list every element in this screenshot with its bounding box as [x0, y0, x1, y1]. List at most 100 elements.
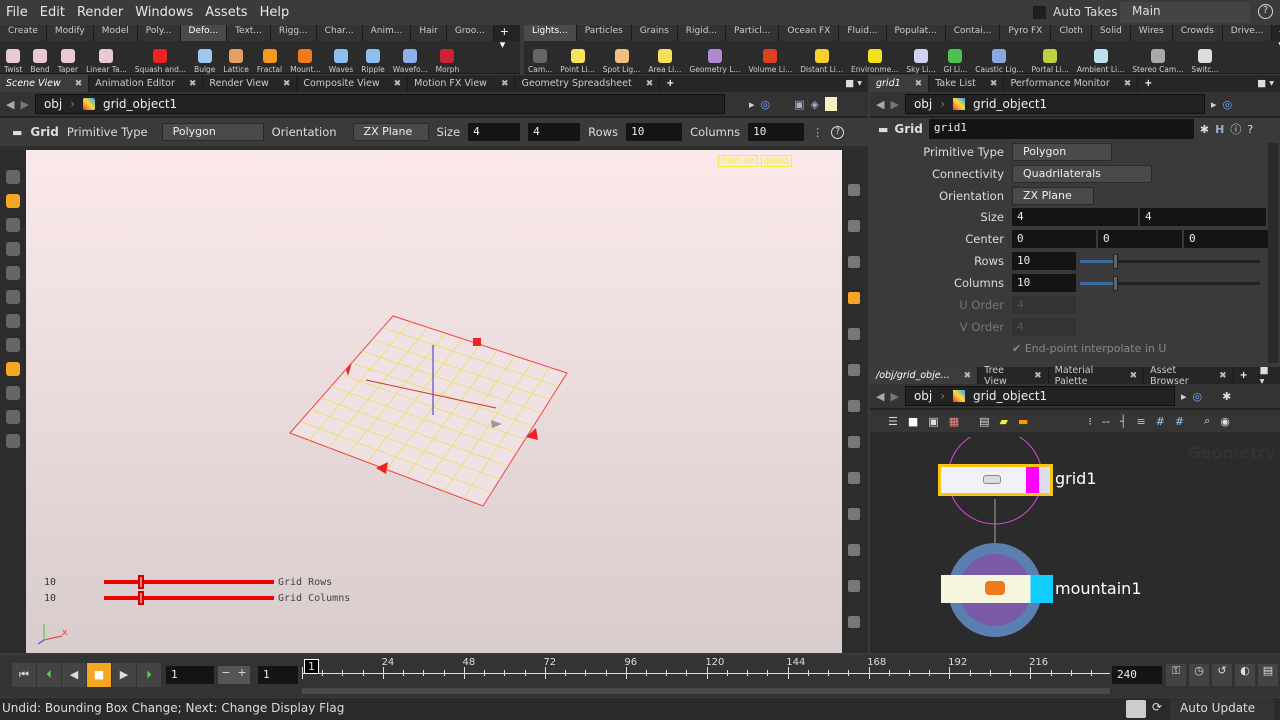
loop-icon[interactable]: ↺	[1212, 664, 1232, 686]
take-select[interactable]: Main	[1120, 2, 1250, 23]
audio-icon[interactable]: ◐	[1235, 664, 1255, 686]
menu-windows[interactable]: Windows	[129, 5, 199, 20]
play-button[interactable]: ▶	[112, 663, 136, 687]
shelf-tool[interactable]: Distant Li...	[796, 49, 847, 74]
node-grid1-label[interactable]: grid1	[1055, 469, 1097, 488]
shelf-tab[interactable]: Groo...	[446, 25, 494, 41]
palette-icon[interactable]: ▦	[949, 415, 959, 428]
param-slider[interactable]	[1080, 276, 1260, 291]
shelf-tool[interactable]: Bulge	[190, 49, 219, 74]
param-path-box[interactable]: obj › grid_object1	[904, 94, 1205, 114]
shelf-tab[interactable]: Text...	[227, 25, 271, 41]
shelf-tool[interactable]: Twist	[0, 49, 26, 74]
pane-tab[interactable]: Animation Editor ✖	[89, 75, 204, 92]
point-display-icon[interactable]	[848, 472, 860, 484]
keyframe-icon[interactable]: ⚿	[1166, 664, 1186, 686]
search-icon[interactable]: ⌕	[1204, 414, 1210, 428]
pane-tab[interactable]: Tree View ✖	[978, 365, 1049, 387]
camera-display-icon[interactable]	[848, 364, 860, 376]
close-icon[interactable]: ✖	[1124, 79, 1132, 89]
grid-columns-slider[interactable]	[104, 591, 274, 605]
grid-view-icon[interactable]: ▣	[928, 415, 938, 428]
shelf-tab[interactable]: Lights...	[524, 25, 577, 41]
shelf-tool[interactable]: Morph	[432, 49, 464, 74]
back-arrow-icon[interactable]: ◀	[876, 98, 884, 111]
forward-arrow-icon[interactable]: ▶	[890, 98, 898, 111]
shelf-tab[interactable]: Hair	[411, 25, 447, 41]
vector-display-icon[interactable]	[848, 544, 860, 556]
abc-display-icon[interactable]	[848, 616, 860, 628]
path-node[interactable]: grid_object1	[973, 97, 1047, 111]
viewport[interactable]: persp no cam 10 Grid Rows 10 Grid Column…	[26, 150, 842, 653]
shelf-tool[interactable]: Environme...	[847, 49, 902, 74]
menu-file[interactable]: File	[0, 5, 34, 20]
shelf-tool[interactable]: Sky Li...	[902, 49, 939, 74]
shelf-tab[interactable]: Rigid...	[677, 25, 727, 41]
magnet-tool-icon[interactable]	[6, 338, 20, 352]
step-back-button[interactable]: ⏴	[37, 663, 61, 687]
link-icon[interactable]: ◎	[1192, 390, 1202, 403]
normal-display-icon[interactable]	[848, 508, 860, 520]
pane-menu-icon[interactable]: ■ ▾	[1251, 78, 1280, 89]
shelf-tab[interactable]: Anim...	[362, 25, 412, 41]
pane-tab[interactable]: Scene View ✖	[0, 75, 90, 92]
shelf-tab[interactable]: Solid	[1091, 25, 1131, 41]
view-tool-icon[interactable]	[6, 242, 20, 256]
shelf-tool[interactable]: Volume Li...	[745, 49, 797, 74]
shelf-tab[interactable]: Poly...	[137, 25, 181, 41]
pin-icon[interactable]: ▸	[1211, 98, 1217, 111]
forward-arrow-icon[interactable]: ▶	[890, 390, 898, 403]
link-icon[interactable]: ◎	[760, 98, 770, 111]
shelf-tool[interactable]: Mount...	[286, 49, 325, 74]
shading-display-icon[interactable]	[848, 256, 860, 268]
param-field[interactable]: 0	[1184, 230, 1268, 248]
brush-tool-icon[interactable]	[6, 314, 20, 328]
shelf-tab[interactable]: Populat...	[886, 25, 946, 41]
path-node[interactable]: grid_object1	[103, 97, 177, 111]
node-mountain1[interactable]	[941, 575, 1053, 603]
add-tab-icon[interactable]: + ▾	[1272, 25, 1280, 51]
frame-plus-button[interactable]: +	[234, 666, 250, 684]
end-frame-field[interactable]: 240	[1112, 666, 1162, 684]
realtime-icon[interactable]: ◷	[1189, 664, 1209, 686]
close-icon[interactable]: ✖	[1130, 371, 1138, 381]
shelf-tab[interactable]: Contai...	[945, 25, 1001, 41]
group-tool-icon[interactable]	[6, 410, 20, 424]
grid-rows-slider[interactable]	[104, 575, 274, 589]
path-root[interactable]: obj	[914, 389, 932, 403]
pane-tab[interactable]: Geometry Spreadsheet ✖	[515, 75, 661, 92]
shelf-tab[interactable]: Particl...	[726, 25, 780, 41]
handle-tool-icon[interactable]	[6, 218, 20, 232]
param-field[interactable]: 10	[1012, 274, 1076, 292]
orientation-menu[interactable]: ZX Plane	[352, 123, 429, 141]
tree-icon[interactable]: ☰	[888, 415, 898, 428]
shelf-tool[interactable]: Caustic Lig...	[971, 49, 1027, 74]
shelf-tool[interactable]: Wavefo...	[389, 49, 432, 74]
close-icon[interactable]: ✖	[915, 79, 923, 89]
shelf-tab[interactable]: Pyro FX	[1000, 25, 1052, 41]
link-icon[interactable]: ◎	[1222, 98, 1232, 111]
shelf-tool[interactable]: GI Li...	[939, 49, 971, 74]
shelf-tool[interactable]: Area Li...	[644, 49, 685, 74]
snap-display-icon[interactable]	[848, 436, 860, 448]
sticky-icon[interactable]: ■	[908, 415, 918, 428]
node-mountain1-label[interactable]: mountain1	[1055, 579, 1142, 598]
param-field[interactable]: 10	[1012, 252, 1076, 270]
light-display-icon[interactable]	[848, 292, 860, 304]
box-icon[interactable]: ▬	[1018, 415, 1028, 428]
param-menu[interactable]: Polygon	[1012, 143, 1112, 161]
pane-tab[interactable]: Asset Browser ✖	[1144, 365, 1234, 387]
shelf-tab[interactable]: Cloth	[1051, 25, 1092, 41]
shelf-tool[interactable]: Squash and...	[131, 49, 190, 74]
frame-field[interactable]: 1	[166, 666, 214, 684]
gear-icon[interactable]: ✱	[1222, 390, 1231, 403]
shelf-tool[interactable]: Switc...	[1187, 49, 1222, 74]
shelf-tool[interactable]: Taper	[54, 49, 82, 74]
visibility-display-icon[interactable]	[848, 184, 860, 196]
path-node[interactable]: grid_object1	[973, 389, 1047, 403]
menu-assets[interactable]: Assets	[199, 5, 253, 20]
pane-tab[interactable]: grid1 ✖	[870, 75, 930, 92]
slider-handle[interactable]	[1113, 276, 1118, 291]
camera-icon[interactable]: ◈	[810, 98, 818, 111]
help-icon[interactable]: ?	[1258, 4, 1273, 19]
